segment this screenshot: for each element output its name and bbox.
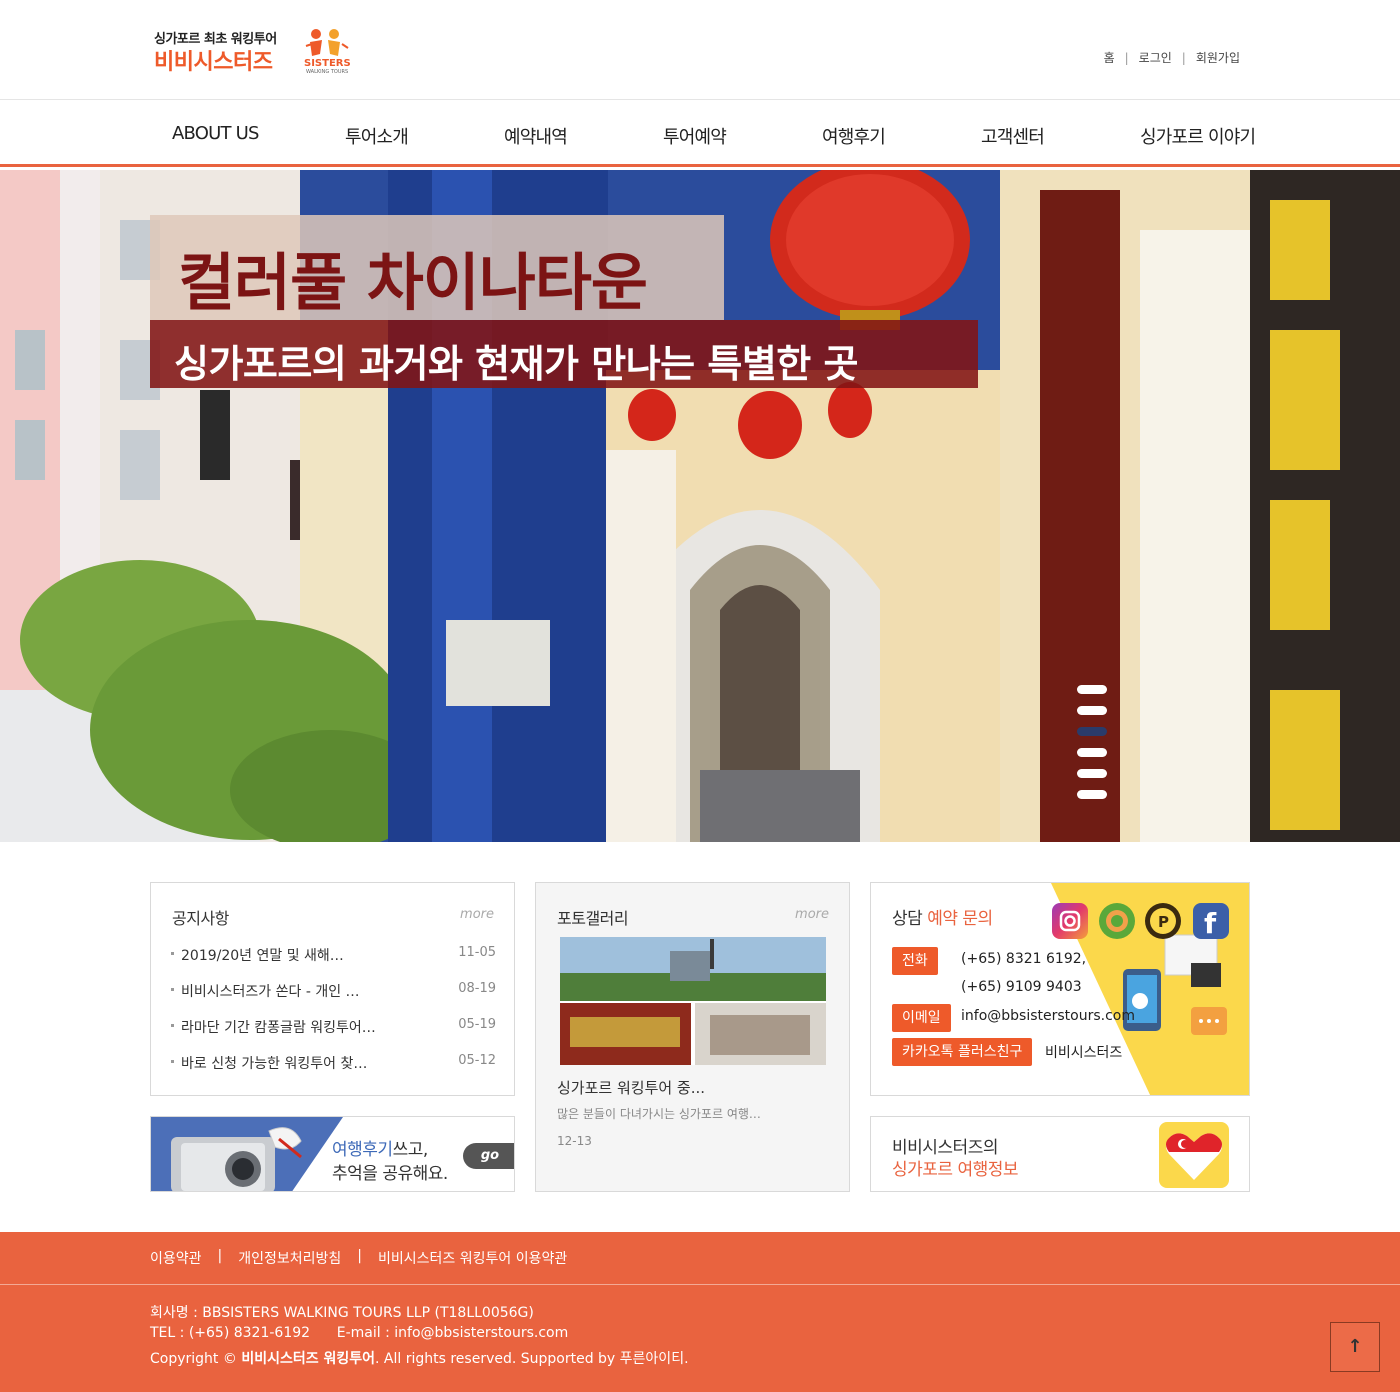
site-header: 싱가포르 최초 워킹투어 비비시스터즈 SISTERS WALKING TOUR… <box>0 0 1400 100</box>
notice-item-date: 08-19 <box>458 981 496 996</box>
site-logo[interactable]: 싱가포르 최초 워킹투어 비비시스터즈 SISTERS WALKING TOUR… <box>154 24 354 78</box>
nav-item-customer-center[interactable]: 고객센터 <box>981 123 1045 149</box>
email-address: info@bbsisterstours.com <box>961 1008 1135 1024</box>
photo-gallery-box: 포토갤러리 more 싱가포르 워킹투어 중... 많은 분들이 다녀가시는 싱… <box>535 882 850 1192</box>
svg-text:f: f <box>1204 907 1217 939</box>
notice-title: 공지사항 <box>172 909 229 928</box>
review-banner-line2: 추억을 공유해요. <box>332 1164 448 1184</box>
footer-company: 회사명 : BBSISTERS WALKING TOURS LLP (T18LL… <box>150 1305 534 1321</box>
slide-dot[interactable] <box>1077 790 1107 799</box>
copyright-prefix: Copyright © <box>150 1351 237 1367</box>
scroll-to-top-button[interactable]: ↑ <box>1330 1322 1380 1372</box>
bullet-icon <box>171 951 174 955</box>
slide-dot[interactable] <box>1077 748 1107 757</box>
facebook-icon[interactable]: f <box>1193 903 1229 940</box>
instagram-icon[interactable] <box>1052 903 1088 939</box>
tour-terms-link[interactable]: 비비시스터즈 워킹투어 이용약관 <box>378 1248 567 1268</box>
gallery-post-title[interactable]: 싱가포르 워킹투어 중... <box>557 1077 705 1098</box>
gallery-thumbnail[interactable] <box>560 937 826 1065</box>
kakao-plus-button[interactable]: 카카오톡 플러스친구 <box>892 1038 1033 1066</box>
svg-text:P: P <box>1158 913 1169 931</box>
footer-divider <box>0 1284 1400 1285</box>
slide-dot-active[interactable] <box>1077 727 1107 736</box>
notice-box: 공지사항 more 2019/20년 연말 및 새해… 11-05 비비시스터즈… <box>150 882 515 1096</box>
bullet-icon <box>171 1023 174 1027</box>
nav-item-book-tour[interactable]: 투어예약 <box>663 123 727 149</box>
nav-item-about-us[interactable]: ABOUT US <box>172 123 259 144</box>
utility-links: 홈 | 로그인 | 회원가입 <box>1104 49 1240 66</box>
phone-number-1: (+65) 8321 6192, <box>961 951 1087 967</box>
slide-dot[interactable] <box>1077 769 1107 778</box>
email-button[interactable]: 이메일 <box>892 1004 951 1032</box>
contact-box: 상담 예약 문의 P f 전화 (+65) 8321 6192, (+65) 9… <box>870 882 1250 1096</box>
notice-item-date: 05-19 <box>458 1017 496 1032</box>
utility-separator: | <box>1124 50 1129 65</box>
nav-item-tour-intro[interactable]: 투어소개 <box>345 123 409 149</box>
hero-title: 컬러풀 차이나타운 <box>178 246 648 319</box>
gallery-post-description: 많은 분들이 다녀가시는 싱가포르 여행… <box>557 1107 761 1121</box>
kakao-plus-id: 비비시스터즈 <box>1045 1045 1123 1061</box>
notice-item-title: 2019/20년 연말 및 새해… <box>181 948 344 964</box>
travel-info-line2: 싱가포르 여행정보 <box>892 1160 1019 1180</box>
kakao-plus-icon[interactable]: P <box>1145 903 1181 939</box>
hero-subtitle: 싱가포르의 과거와 현재가 만나는 특별한 곳 <box>174 342 858 386</box>
privacy-policy-link[interactable]: 개인정보처리방침 <box>238 1248 341 1268</box>
footer-links: 이용약관 | 개인정보처리방침 | 비비시스터즈 워킹투어 이용약관 <box>150 1248 567 1268</box>
notice-item-date: 05-12 <box>458 1053 496 1068</box>
slide-dot[interactable] <box>1077 706 1107 715</box>
logo-mark-text: SISTERS <box>304 58 351 69</box>
bullet-icon <box>171 987 174 991</box>
nav-item-reservations[interactable]: 예약내역 <box>504 123 568 149</box>
main-nav: ABOUT US 투어소개 예약내역 투어예약 여행후기 고객센터 싱가포르 이… <box>0 101 1400 167</box>
review-banner-line1: 여행후기쓰고, <box>332 1135 428 1160</box>
gallery-photo <box>560 937 826 1065</box>
contact-title-highlight: 예약 문의 <box>927 909 993 929</box>
logo-mark-subtext: WALKING TOURS <box>306 69 349 75</box>
contact-title-prefix: 상담 <box>892 909 923 929</box>
gallery-more-link[interactable]: more <box>795 907 829 922</box>
phone-button[interactable]: 전화 <box>892 947 938 975</box>
phone-number-2: (+65) 9109 9403 <box>961 979 1082 995</box>
notice-item-date: 11-05 <box>458 945 496 960</box>
notice-item-title: 바로 신청 가능한 워킹투어 찾… <box>181 1056 368 1072</box>
utility-separator: | <box>1181 50 1186 65</box>
singapore-heart-icon <box>1159 1122 1229 1188</box>
footer-contact: TEL : (+65) 8321-6192 E-mail : info@bbsi… <box>150 1325 569 1341</box>
hero-slider: 컬러풀 차이나타운 싱가포르의 과거와 현재가 만나는 특별한 곳 <box>0 170 1400 842</box>
signup-link[interactable]: 회원가입 <box>1196 49 1240 66</box>
site-footer: 이용약관 | 개인정보처리방침 | 비비시스터즈 워킹투어 이용약관 회사명 :… <box>0 1232 1400 1392</box>
kakao-story-icon[interactable] <box>1099 903 1135 939</box>
home-link[interactable]: 홈 <box>1104 49 1115 66</box>
contact-title: 상담 예약 문의 <box>892 904 993 929</box>
slide-pager <box>1077 685 1107 811</box>
go-button[interactable]: go <box>463 1143 514 1169</box>
footer-separator: | <box>357 1248 363 1264</box>
slide-dot[interactable] <box>1077 685 1107 694</box>
review-banner[interactable]: 여행후기쓰고, 추억을 공유해요. go <box>150 1116 515 1192</box>
notice-item[interactable]: 비비시스터즈가 쏜다 - 개인 … 08-19 <box>171 981 496 1001</box>
gallery-title: 포토갤러리 <box>557 909 629 928</box>
notice-item-title: 비비시스터즈가 쏜다 - 개인 … <box>181 984 360 1000</box>
footer-separator: | <box>217 1248 223 1264</box>
footer-copyright: Copyright © 비비시스터즈 워킹투어. All rights rese… <box>150 1348 689 1368</box>
notice-item[interactable]: 바로 신청 가능한 워킹투어 찾… 05-12 <box>171 1053 496 1073</box>
notice-item[interactable]: 라마단 기간 캄퐁글람 워킹투어… 05-19 <box>171 1017 496 1037</box>
review-banner-highlight: 여행후기 <box>332 1140 393 1160</box>
nav-item-reviews[interactable]: 여행후기 <box>822 123 886 149</box>
terms-link[interactable]: 이용약관 <box>150 1248 202 1268</box>
notice-item-title: 라마단 기간 캄퐁글람 워킹투어… <box>181 1020 376 1036</box>
travel-info-banner[interactable]: 비비시스터즈의 싱가포르 여행정보 <box>870 1116 1250 1192</box>
login-link[interactable]: 로그인 <box>1139 49 1172 66</box>
notice-item[interactable]: 2019/20년 연말 및 새해… 11-05 <box>171 945 496 965</box>
notice-more-link[interactable]: more <box>460 907 494 922</box>
nav-item-singapore-story[interactable]: 싱가포르 이야기 <box>1140 123 1256 149</box>
copyright-brand: 비비시스터즈 워킹투어 <box>241 1351 375 1367</box>
bullet-icon <box>171 1059 174 1063</box>
copyright-rest: . All rights reserved. Supported by 푸른아이… <box>375 1351 689 1367</box>
gallery-post-date: 12-13 <box>557 1134 592 1148</box>
logo-name: 비비시스터즈 <box>154 50 273 75</box>
review-banner-line1-rest: 쓰고, <box>392 1140 429 1160</box>
